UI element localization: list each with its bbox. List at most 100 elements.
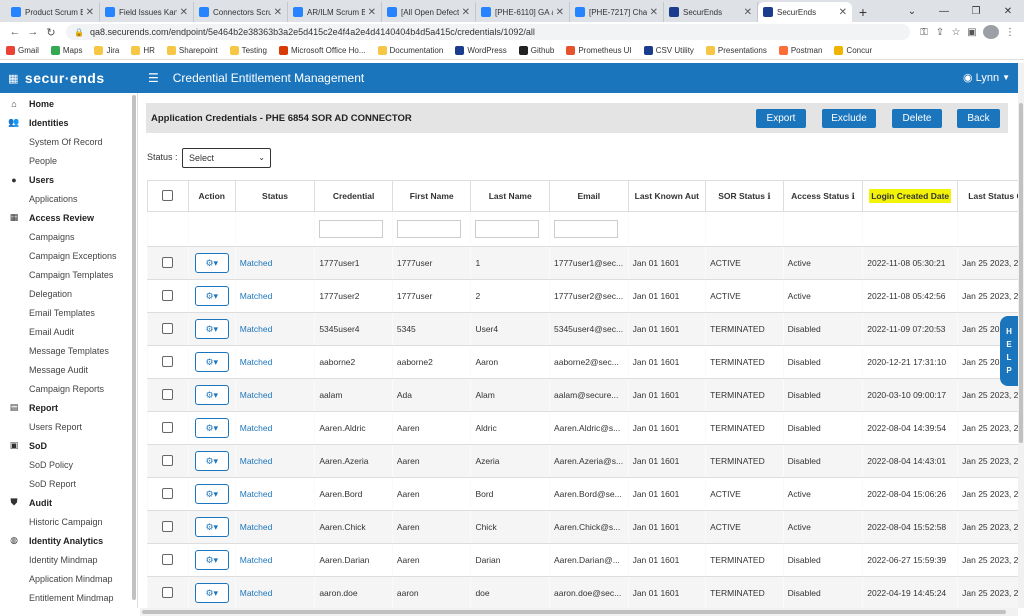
browser-tab[interactable]: [PHE-7217] Chan ✕	[570, 2, 664, 22]
column-header[interactable]: Last Status Char	[957, 180, 1018, 212]
sidebar-section[interactable]: ⛊ Audit	[0, 493, 137, 512]
sidebar-item[interactable]: Applications	[0, 189, 137, 208]
table-row[interactable]: ⚙ ▾ Matched 1777user1 1777user 1 1777user1@se…	[147, 246, 1018, 280]
sidebar-section[interactable]: ⌂ Home	[0, 94, 137, 113]
cell-status[interactable]: Matched	[234, 543, 315, 577]
row-checkbox[interactable]	[162, 289, 174, 301]
browser-tab[interactable]: SecurEnds ✕	[664, 2, 758, 22]
column-header[interactable]: First Name	[391, 180, 472, 212]
bookmark-item[interactable]: Github	[518, 46, 554, 55]
cell-status[interactable]: Matched	[234, 345, 315, 379]
bookmark-item[interactable]: Concur	[834, 46, 872, 55]
browser-tab[interactable]: Product Scrum Bo✕	[6, 2, 100, 22]
sidebar-section[interactable]: ▦ Access Review	[0, 208, 137, 227]
action-dropdown-button[interactable]: ⚙ ▾	[194, 550, 229, 570]
brand-logo[interactable]: ▦ secur·ends	[0, 63, 140, 93]
action-dropdown-button[interactable]: ⚙ ▾	[194, 352, 229, 372]
action-dropdown-button[interactable]: ⚙ ▾	[194, 583, 229, 603]
table-horizontal-scrollbar[interactable]	[140, 608, 1018, 616]
new-tab-button[interactable]: +	[852, 2, 874, 22]
close-icon[interactable]: ✕	[86, 7, 94, 18]
sidebar-item[interactable]: Identity Mindmap	[0, 550, 137, 569]
back-button[interactable]: Back	[957, 109, 1000, 128]
sidebar-section[interactable]: ● Users	[0, 170, 137, 189]
column-header[interactable]: Last Known Aut	[627, 180, 707, 212]
sidebar-item[interactable]: SoD Report	[0, 474, 137, 493]
share-icon[interactable]: ⇪	[932, 27, 948, 38]
sidebar-scrollbar[interactable]	[132, 95, 136, 600]
row-checkbox[interactable]	[162, 322, 174, 334]
reload-icon[interactable]: ↻	[42, 26, 60, 39]
forward-arrow-icon[interactable]: →	[24, 26, 42, 38]
sidebar-item[interactable]: Campaigns	[0, 227, 137, 246]
browser-tab[interactable]: [PHE-6110] GA a ✕	[476, 2, 570, 22]
sidebar-item[interactable]: Application Mindmap	[0, 569, 137, 588]
bookmark-item[interactable]: Prometheus UI	[566, 46, 632, 55]
bookmark-item[interactable]: Presentations	[705, 46, 767, 55]
close-icon[interactable]: ✕	[180, 7, 188, 18]
row-checkbox[interactable]	[162, 487, 174, 499]
row-checkbox[interactable]	[162, 454, 174, 466]
status-select[interactable]: Select ⌄	[182, 148, 271, 168]
column-header-sor-status[interactable]: SOR Status ℹ	[705, 180, 784, 212]
cell-status[interactable]: Matched	[234, 411, 315, 445]
url-field[interactable]: 🔒 qa8.securends.com/endpoint/5e464b2e383…	[66, 24, 910, 40]
sidebar-section[interactable]: ▤ Report	[0, 398, 137, 417]
cell-status[interactable]: Matched	[234, 444, 315, 478]
delete-button[interactable]: Delete	[892, 109, 942, 128]
table-row[interactable]: ⚙ ▾ Matched 5345user4 5345 User4 5345user4@se…	[147, 312, 1018, 346]
row-checkbox[interactable]	[162, 388, 174, 400]
close-icon[interactable]: ✕	[744, 7, 752, 18]
page-vertical-scrollbar[interactable]	[1018, 63, 1024, 608]
close-icon[interactable]: ✕	[462, 7, 470, 18]
bookmark-item[interactable]: CSV Utility	[643, 46, 694, 55]
cell-status[interactable]: Matched	[234, 312, 315, 346]
bookmark-item[interactable]: WordPress	[455, 46, 507, 55]
column-header[interactable]: Last Name	[470, 180, 550, 212]
bookmark-item[interactable]: Jira	[94, 46, 119, 55]
action-dropdown-button[interactable]: ⚙ ▾	[194, 253, 229, 273]
table-row[interactable]: ⚙ ▾ Matched aaron.doe aaron doe aaron.doe@sec…	[147, 576, 1018, 608]
browser-tab[interactable]: Connectors Scrum✕	[194, 2, 288, 22]
row-checkbox[interactable]	[162, 256, 174, 268]
browser-tab[interactable]: [All Open Defects ✕	[382, 2, 476, 22]
hamburger-menu-icon[interactable]: ☰	[148, 71, 159, 85]
bookmark-item[interactable]: Testing	[229, 46, 267, 55]
profile-avatar[interactable]	[983, 25, 999, 39]
select-all-checkbox[interactable]	[162, 189, 174, 201]
bookmark-item[interactable]: Sharepoint	[166, 46, 218, 55]
column-header-login-created[interactable]: Login Created Date	[862, 180, 959, 212]
browser-tab[interactable]: AR/ILM Scrum Bo✕	[288, 2, 382, 22]
info-icon[interactable]: ℹ	[852, 191, 855, 201]
table-row[interactable]: ⚙ ▾ Matched Aaren.Chick Aaren Chick Aaren.Chi…	[147, 510, 1018, 544]
bookmark-item[interactable]: Microsoft Office Ho...	[278, 46, 366, 55]
sidebar-item[interactable]: Message Audit	[0, 360, 137, 379]
exclude-button[interactable]: Exclude	[822, 109, 876, 128]
tab-search-icon[interactable]: ⌄	[896, 0, 928, 22]
bookmark-item[interactable]: Maps	[50, 46, 82, 55]
sidepanel-icon[interactable]: ▣	[964, 27, 980, 38]
close-icon[interactable]: ✕	[650, 7, 658, 18]
action-dropdown-button[interactable]: ⚙ ▾	[194, 484, 229, 504]
sidebar-item[interactable]: Delegation	[0, 284, 137, 303]
sidebar-item[interactable]: Message Templates	[0, 341, 137, 360]
restore-icon[interactable]: ❐	[960, 0, 992, 22]
minimize-icon[interactable]: —	[928, 0, 960, 22]
close-icon[interactable]: ✕	[839, 7, 847, 18]
column-header[interactable]: Status	[234, 180, 316, 212]
sidebar-item[interactable]: Campaign Templates	[0, 265, 137, 284]
sidebar-item[interactable]: People	[0, 151, 137, 170]
sidebar-item[interactable]: System Of Record	[0, 132, 137, 151]
bookmark-item[interactable]: Gmail	[6, 46, 39, 55]
browser-tab[interactable]: Field Issues Kanb ✕	[100, 2, 194, 22]
table-row[interactable]: ⚙ ▾ Matched Aaren.Aldric Aaren Aldric Aaren.A…	[147, 411, 1018, 445]
export-button[interactable]: Export	[756, 109, 806, 128]
cell-status[interactable]: Matched	[234, 576, 315, 608]
table-row[interactable]: ⚙ ▾ Matched Aaren.Azeria Aaren Azeria Aaren.A…	[147, 444, 1018, 478]
table-row[interactable]: ⚙ ▾ Matched aaborne2 aaborne2 Aaron aaborne2@…	[147, 345, 1018, 379]
row-checkbox[interactable]	[162, 520, 174, 532]
close-icon[interactable]: ✕	[556, 7, 564, 18]
bookmark-item[interactable]: HR	[131, 46, 155, 55]
sidebar-section[interactable]: 👥 Identities	[0, 113, 137, 132]
column-header[interactable]: Action	[187, 180, 236, 212]
